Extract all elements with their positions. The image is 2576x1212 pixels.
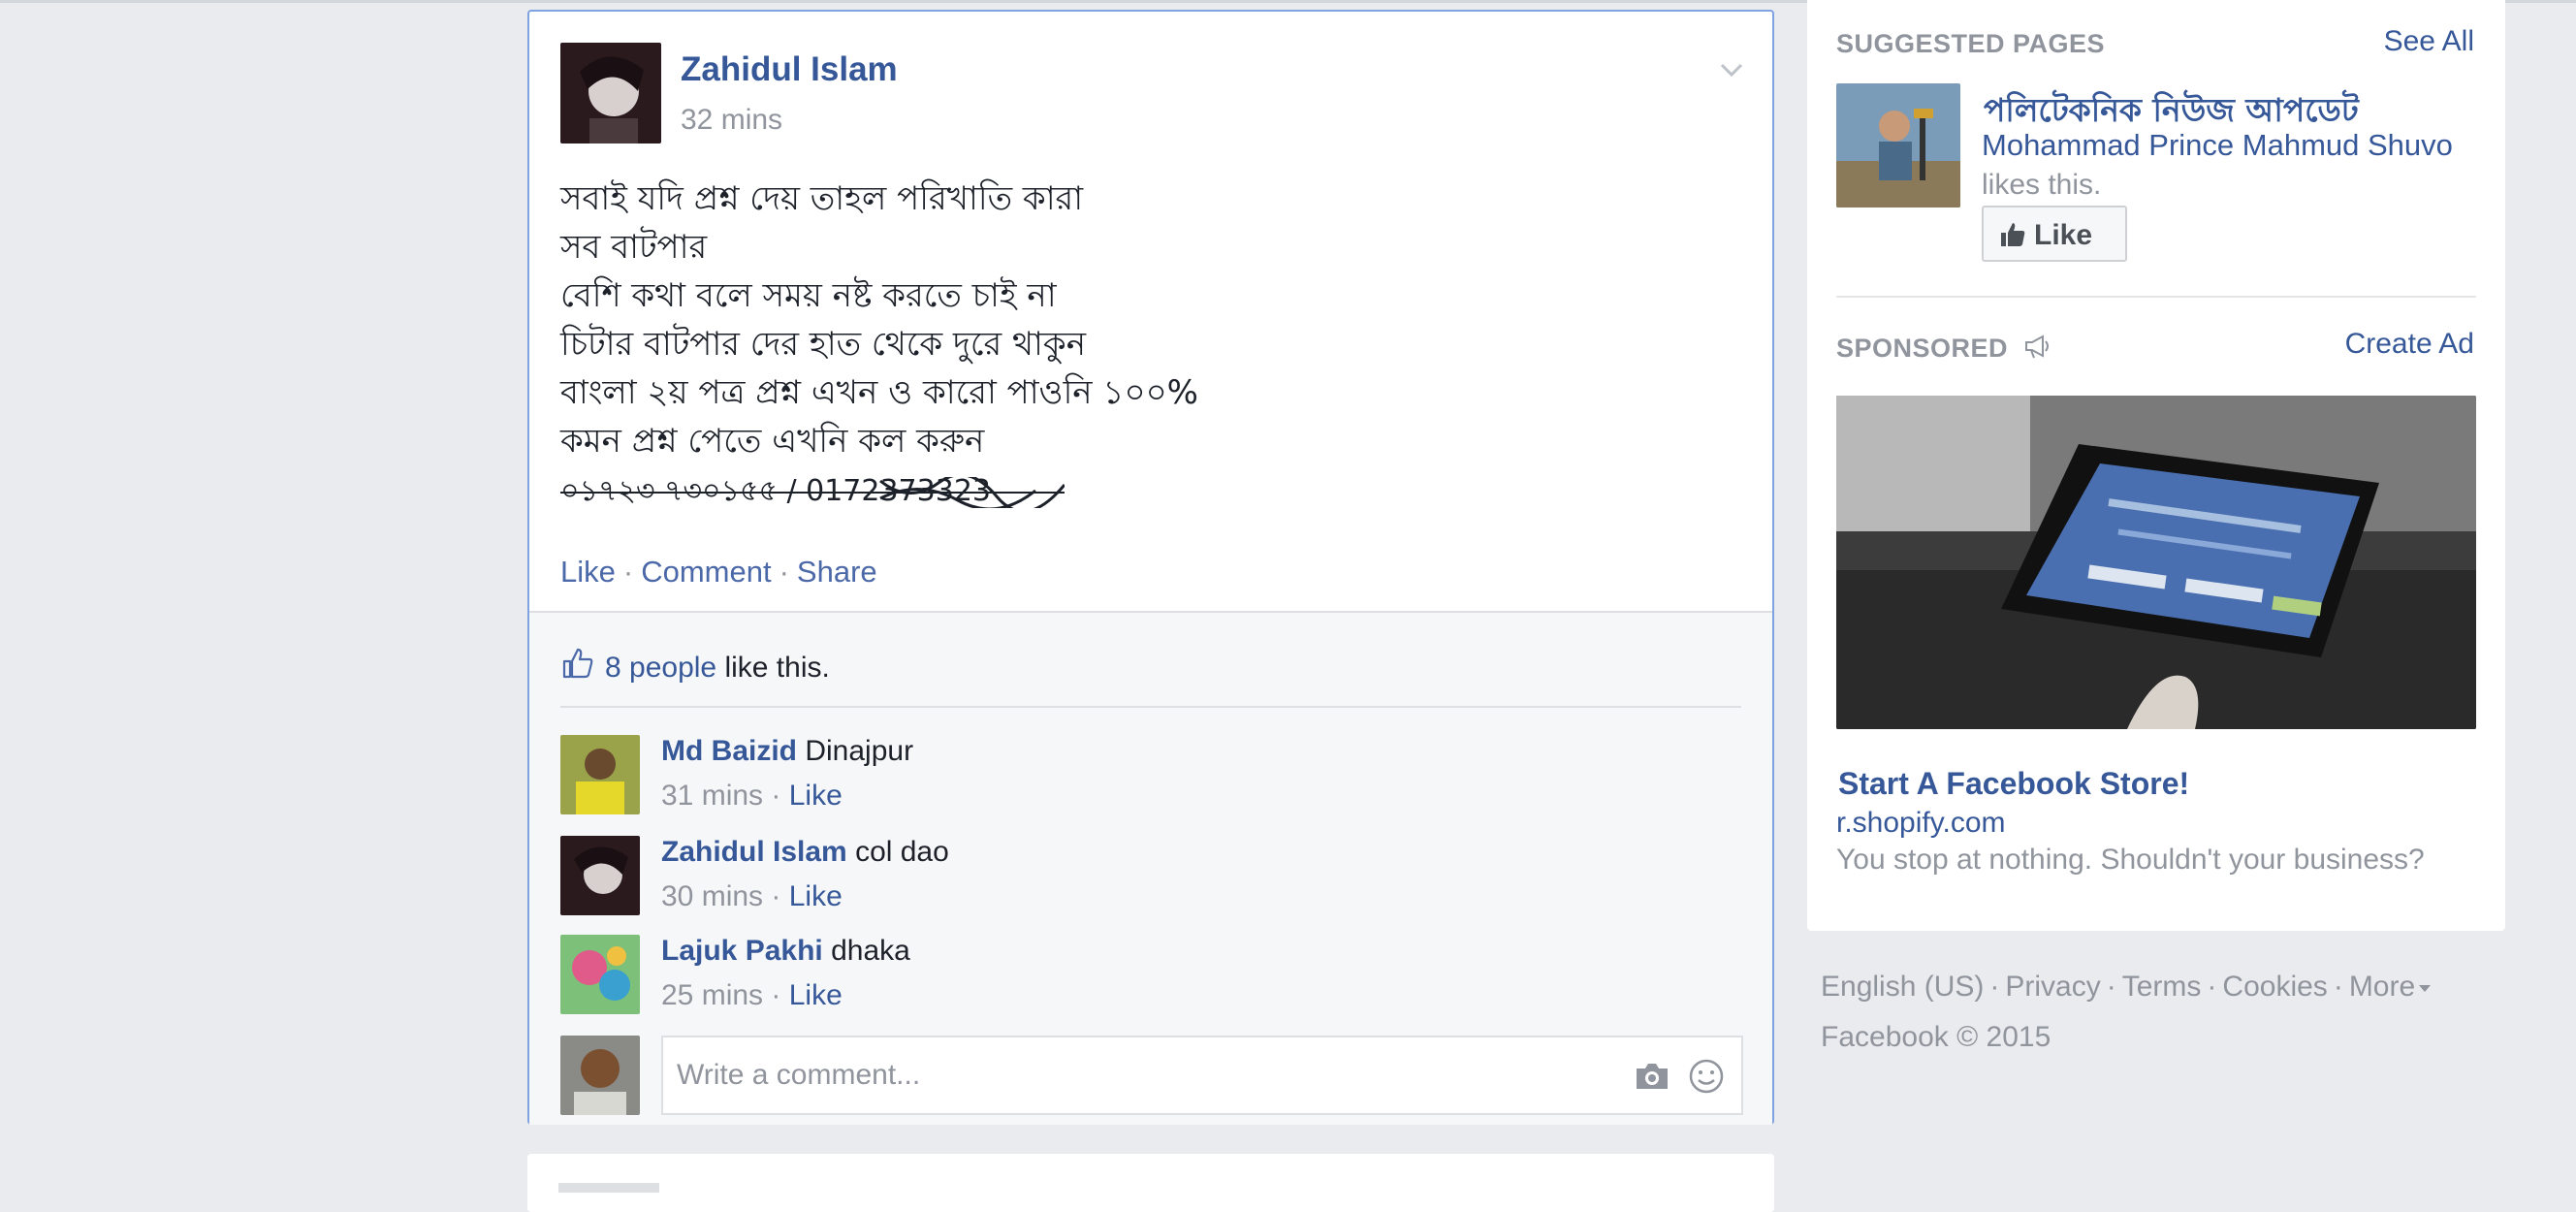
comment-meta: 31 mins · Like (661, 780, 843, 812)
right-sidebar: SUGGESTED PAGES See All পলিটেকনিক নিউজ আ… (1807, 0, 2505, 931)
share-link[interactable]: Share (797, 555, 877, 589)
post-line: কমন প্রশ্ন পেতে এখনি কল করুন (560, 422, 985, 461)
current-user-avatar (560, 1036, 640, 1115)
sponsored-title: SPONSORED (1836, 332, 2052, 364)
feed-post: Zahidul Islam 32 mins সবাই যদি প্রশ্ন দে… (527, 10, 1774, 1125)
likes-summary: 8 people like this. (560, 646, 830, 685)
comment-meta: 30 mins · Like (661, 880, 843, 912)
footer-link-cookies[interactable]: Cookies (2222, 971, 2327, 1003)
page-likes-text: likes this. (1982, 169, 2102, 201)
ad-description: You stop at nothing. Shouldn't your busi… (1836, 844, 2425, 876)
ad-title-link[interactable]: Start A Facebook Store! (1838, 766, 2189, 802)
comment-text-row: Md Baizid Dinajpur (661, 735, 913, 768)
comment-input[interactable]: Write a comment... (661, 1036, 1743, 1115)
separator: · (622, 555, 634, 589)
commenter-name[interactable]: Md Baizid (661, 735, 797, 767)
redacted-phone: ০১৭২৩ ৭৩০১৫৫ / 0172373323 (560, 465, 1065, 516)
comment-time[interactable]: 30 mins (661, 880, 763, 912)
comment-like-link[interactable]: Like (789, 979, 843, 1011)
footer-link-privacy[interactable]: Privacy (2005, 971, 2100, 1003)
footer-links: English (US) · Privacy · Terms · Cookies · More (1821, 962, 2499, 1012)
page-footer: English (US) · Privacy · Terms · Cookies · More … (1821, 962, 2499, 1063)
ad-domain-link[interactable]: r.shopify.com (1836, 807, 2006, 840)
divider (560, 706, 1741, 708)
likes-suffix: like this. (724, 652, 830, 684)
commenter-name[interactable]: Zahidul Islam (661, 836, 847, 868)
scribble-redaction (560, 477, 1065, 508)
likes-count-link[interactable]: 8 people (605, 652, 716, 684)
comment-body: col dao (855, 836, 949, 868)
post-line: চিটার বাটপার দের হাত থেকে দুরে থাকুন (560, 325, 1086, 364)
create-ad-link[interactable]: Create Ad (2345, 328, 2474, 361)
footer-separator: · (2106, 971, 2116, 1003)
footer-link-more[interactable]: More (2349, 971, 2415, 1003)
comment-text-row: Zahidul Islam col dao (661, 836, 949, 869)
write-comment-row: Write a comment... (560, 1036, 1743, 1117)
placeholder-bar (558, 1183, 659, 1193)
comment-body: dhaka (831, 935, 910, 967)
post-line: বাংলা ২য় পত্র প্রশ্ন এখন ও কারো পাওনি ১… (560, 373, 1198, 412)
emoji-icon[interactable] (1687, 1057, 1726, 1096)
see-all-link[interactable]: See All (2384, 25, 2474, 58)
comment-body: Dinajpur (805, 735, 914, 767)
post-author-name[interactable]: Zahidul Islam (681, 50, 898, 89)
caret-down-icon[interactable] (2419, 985, 2432, 992)
next-feed-post (527, 1154, 1774, 1212)
post-line: সব বাটপার (560, 228, 708, 267)
comment-item: Lajuk Pakhi dhaka 25 mins · Like (560, 935, 1724, 1022)
friend-name-link[interactable]: Mohammad Prince Mahmud Shuvo (1982, 128, 2453, 163)
comment-time[interactable]: 31 mins (661, 780, 763, 812)
comment-like-link[interactable]: Like (789, 880, 843, 912)
comment-placeholder: Write a comment... (677, 1059, 921, 1091)
author-avatar[interactable] (560, 43, 661, 144)
ad-image[interactable] (1836, 396, 2476, 729)
comment-link[interactable]: Comment (641, 555, 771, 589)
thumbs-up-icon (2001, 223, 2025, 246)
comment-text-row: Lajuk Pakhi dhaka (661, 935, 910, 968)
footer-separator: · (1989, 971, 2000, 1003)
megaphone-icon (2025, 335, 2050, 359)
footer-separator: · (2207, 971, 2217, 1003)
sponsored-label: SPONSORED (1836, 334, 2009, 363)
like-page-button[interactable]: Like (1982, 206, 2127, 262)
footer-link-language[interactable]: English (US) (1821, 971, 1984, 1003)
comment-item: Zahidul Islam col dao 30 mins · Like (560, 836, 1724, 923)
footer-separator: · (2333, 971, 2343, 1003)
like-button-label: Like (2034, 219, 2093, 251)
comment-item: Md Baizid Dinajpur 31 mins · Like (560, 735, 1724, 822)
commenter-avatar[interactable] (560, 836, 640, 915)
suggested-pages-title: SUGGESTED PAGES (1836, 29, 2106, 58)
post-line: সবাই যদি প্রশ্ন দেয় তাহল পরিখাতি কারা (560, 179, 1084, 218)
like-link[interactable]: Like (560, 555, 616, 589)
footer-copyright: Facebook © 2015 (1821, 1021, 2051, 1053)
post-timestamp[interactable]: 32 mins (681, 104, 782, 137)
divider (1836, 296, 2476, 298)
post-body: সবাই যদি প্রশ্ন দেয় তাহল পরিখাতি কারা স… (560, 175, 1724, 516)
separator: · (779, 555, 789, 589)
post-phone-line: ০১৭২৩ ৭৩০১৫৫ / 0172373323 (560, 465, 1724, 516)
commenter-avatar[interactable] (560, 735, 640, 814)
camera-icon[interactable] (1633, 1057, 1671, 1096)
commenter-avatar[interactable] (560, 935, 640, 1014)
post-actions: Like · Comment · Share (560, 555, 877, 590)
comment-time[interactable]: 25 mins (661, 979, 763, 1011)
suggested-page-image[interactable] (1836, 83, 1960, 207)
commenter-name[interactable]: Lajuk Pakhi (661, 935, 823, 967)
comments-section: 8 people like this. Md Baizid Dinajpur 3… (529, 611, 1772, 1125)
thumbs-up-icon (562, 648, 593, 679)
footer-link-terms[interactable]: Terms (2122, 971, 2202, 1003)
comment-meta: 25 mins · Like (661, 979, 843, 1011)
chevron-down-icon[interactable] (1712, 50, 1751, 89)
post-line: বেশি কথা বলে সময় নষ্ট করতে চাই না (560, 276, 1057, 315)
comment-like-link[interactable]: Like (789, 780, 843, 812)
